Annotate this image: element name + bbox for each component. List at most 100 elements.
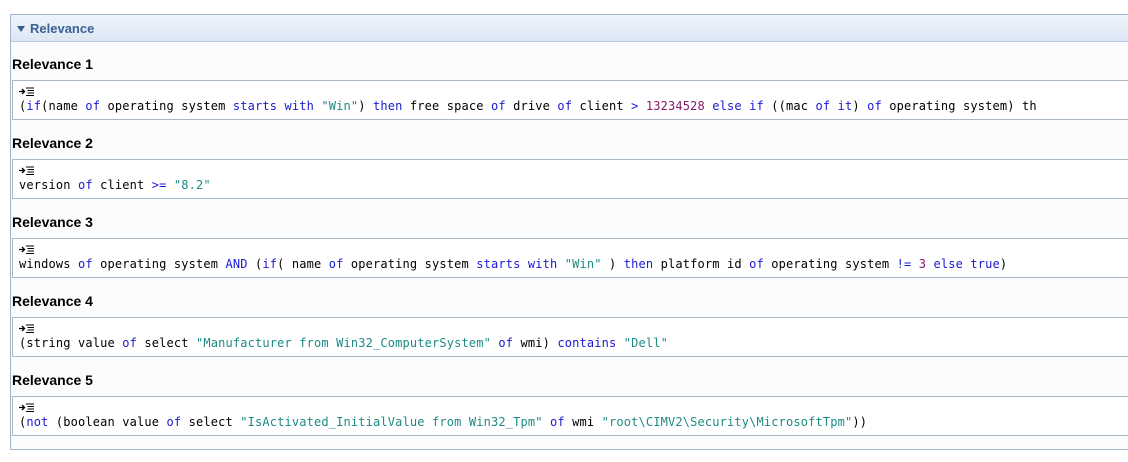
format-relevance-icon[interactable] [19, 166, 34, 175]
code-token: (string value [19, 336, 123, 350]
code-token: of [815, 99, 831, 113]
code-token: of [122, 336, 137, 350]
code-token: free space [402, 99, 491, 113]
code-token: of [166, 415, 182, 429]
relevance-section-4: Relevance 4 (string value of select "Manu… [12, 291, 1128, 357]
code-token: select [137, 336, 196, 350]
code-token: if [262, 257, 278, 271]
relevance-code-box[interactable]: (if(name of operating system starts with… [12, 80, 1128, 120]
code-token: )) [852, 415, 868, 429]
code-token: of [867, 99, 882, 113]
code-token: ( name [277, 257, 329, 271]
code-token: operating system [100, 99, 233, 113]
code-token: (boolean value [48, 415, 167, 429]
relevance-section-5: Relevance 5 (not (boolean value of select… [12, 370, 1128, 436]
code-token: then [623, 257, 654, 271]
code-token: ((mac [763, 99, 816, 113]
relevance-code-box[interactable]: windows of operating system AND (if( nam… [12, 238, 1128, 278]
relevance-expression[interactable]: (not (boolean value of select "IsActivat… [19, 415, 867, 429]
code-token: not [26, 415, 49, 429]
code-token: wmi [564, 415, 602, 429]
section-title: Relevance 3 [12, 214, 93, 230]
code-token: drive [505, 99, 558, 113]
code-token: operating system [763, 257, 897, 271]
code-token: operating system [343, 257, 477, 271]
code-token: "root\CIMV2\Security\MicrosoftTpm" [601, 415, 853, 429]
format-relevance-icon[interactable] [19, 245, 34, 254]
code-token: then [373, 99, 403, 113]
relevance-panel-header[interactable]: Relevance [11, 15, 1128, 42]
relevance-code-box[interactable]: (string value of select "Manufacturer fr… [12, 317, 1128, 357]
code-token: "IsActivated_InitialValue from Win32_Tpm… [240, 415, 543, 429]
code-token: of [549, 415, 565, 429]
code-token: it [837, 99, 853, 113]
relevance-section-2: Relevance 2 version of client >= "8.2" [12, 133, 1128, 199]
code-token: ) [358, 99, 373, 113]
code-token: "Win" [564, 257, 602, 271]
relevance-expression[interactable]: (if(name of operating system starts with… [19, 99, 1037, 113]
section-title: Relevance 5 [12, 372, 93, 388]
code-token: operating system [92, 257, 226, 271]
code-token: ) [601, 257, 624, 271]
relevance-expression[interactable]: windows of operating system AND (if( nam… [19, 257, 1007, 271]
code-token: != [896, 257, 912, 271]
code-token: >= [151, 178, 167, 192]
code-token: client [572, 99, 632, 113]
relevance-code-box[interactable]: (not (boolean value of select "IsActivat… [12, 396, 1128, 436]
code-token: ) [999, 257, 1008, 271]
code-token: "8.2" [173, 178, 211, 192]
section-title: Relevance 1 [12, 56, 93, 72]
section-title: Relevance 2 [12, 135, 93, 151]
code-token: of [557, 99, 573, 113]
relevance-section-1: Relevance 1 (if(name of operating system … [12, 54, 1128, 120]
code-token: of [85, 99, 101, 113]
relevance-section-3: Relevance 3 windows of operating system A… [12, 212, 1128, 278]
code-token: wmi) [513, 336, 558, 350]
code-token: if [749, 99, 764, 113]
code-token: "Dell" [623, 336, 668, 350]
code-token: operating system) th [881, 99, 1037, 113]
code-token: version [19, 178, 78, 192]
code-token: of [78, 257, 93, 271]
panel-title: Relevance [30, 20, 95, 36]
triangle-down-icon[interactable] [17, 25, 25, 32]
code-token: select [181, 415, 241, 429]
section-title: Relevance 4 [12, 293, 93, 309]
code-token: if [26, 99, 42, 113]
code-token: of [749, 257, 764, 271]
format-relevance-icon[interactable] [19, 403, 34, 412]
relevance-expression[interactable]: (string value of select "Manufacturer fr… [19, 336, 668, 350]
code-token: AND [225, 257, 248, 271]
code-token: > [631, 99, 639, 113]
code-token: else [712, 99, 742, 113]
code-token: platform id [653, 257, 750, 271]
code-token: starts with [232, 99, 314, 113]
code-token: starts with [476, 257, 558, 271]
code-token: of [491, 99, 506, 113]
code-token: of [78, 178, 93, 192]
code-token: windows [19, 257, 78, 271]
code-token: ) [852, 99, 868, 113]
code-token: "Win" [321, 99, 359, 113]
code-token: true [970, 257, 1000, 271]
code-token: 13234528 [645, 99, 705, 113]
code-token: client [92, 178, 152, 192]
code-token: ( [247, 257, 263, 271]
format-relevance-icon[interactable] [19, 324, 34, 333]
relevance-code-box[interactable]: version of client >= "8.2" [12, 159, 1128, 199]
code-token: of [328, 257, 344, 271]
code-token: of [498, 336, 514, 350]
code-token: contains [557, 336, 617, 350]
code-token: (name [41, 99, 86, 113]
code-token: else [933, 257, 963, 271]
relevance-expression[interactable]: version of client >= "8.2" [19, 178, 211, 192]
format-relevance-icon[interactable] [19, 87, 34, 96]
code-token: "Manufacturer from Win32_ComputerSystem" [196, 336, 491, 350]
